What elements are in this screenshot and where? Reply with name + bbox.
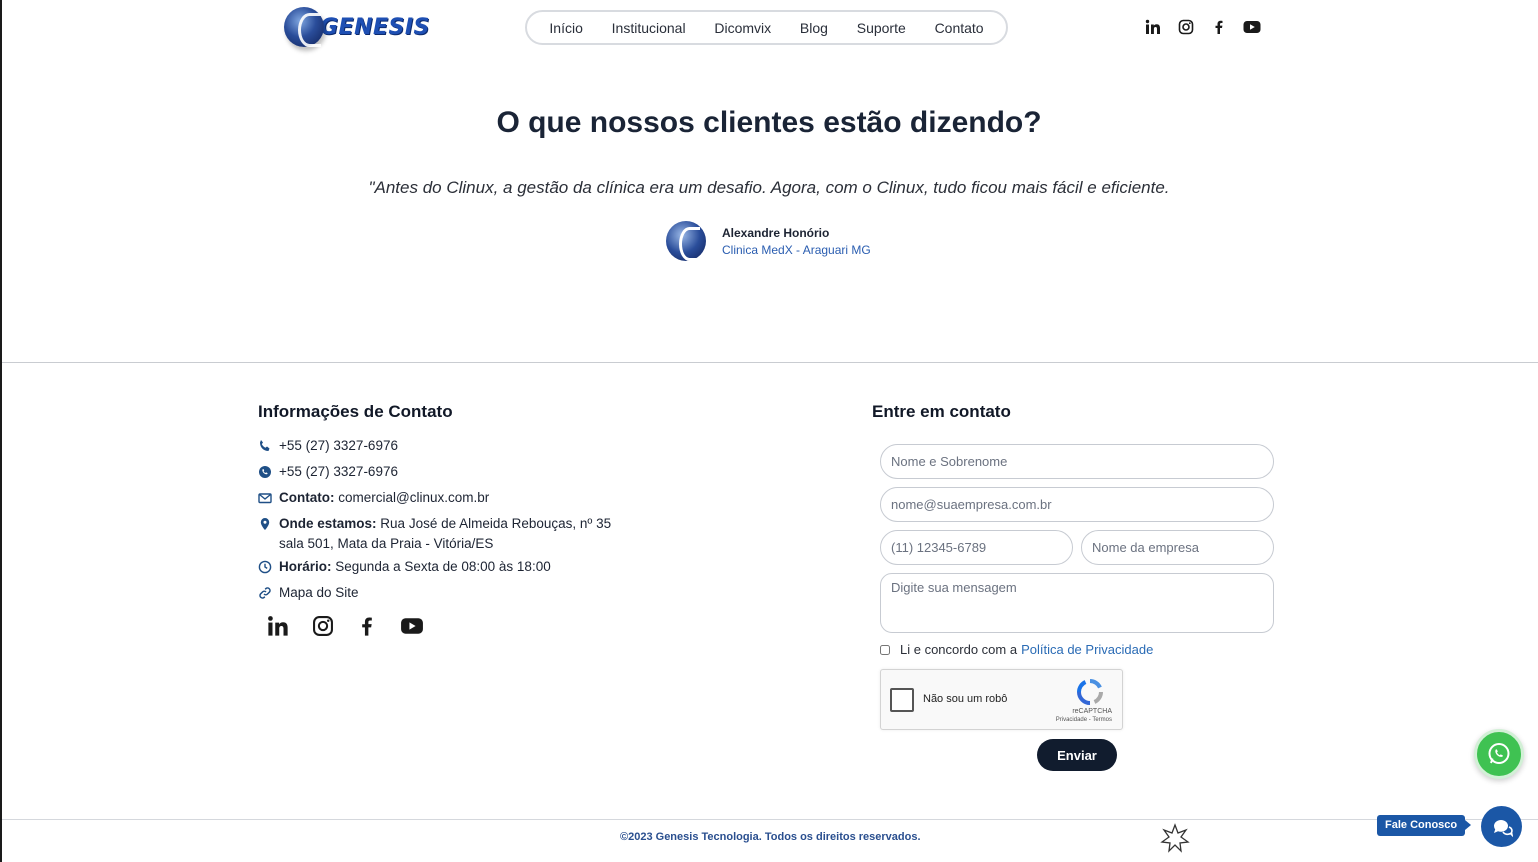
phone-row: +55 (27) 3327-6976 [258,436,638,459]
nav-blog[interactable]: Blog [800,20,828,36]
footer-social-links [262,610,428,642]
testimonials-heading: O que nossos clientes estão dizendo? [496,106,1042,139]
footer-divider [2,819,1538,820]
privacy-checkbox[interactable] [880,644,890,655]
youtube-icon[interactable] [396,610,428,642]
hours-value: Segunda a Sexta de 08:00 às 18:00 [335,559,551,574]
avatar [666,221,706,261]
privacy-policy-link[interactable]: Política de Privacidade [1021,642,1153,657]
linkedin-icon[interactable] [1140,14,1166,40]
contact-info-list: +55 (27) 3327-6976 +55 (27) 3327-6976 Co… [258,436,638,609]
youtube-icon[interactable] [1239,14,1265,40]
email-text: Contato: comercial@clinux.com.br [279,488,489,508]
facebook-icon[interactable] [351,610,383,642]
recaptcha-terms[interactable]: Privacidade - Termos [1056,717,1112,723]
address-row: Onde estamos: Rua José de Almeida Rebouç… [258,514,638,554]
linkedin-icon[interactable] [262,610,294,642]
address-label: Onde estamos: [279,516,377,531]
nav-dicomvix[interactable]: Dicomvix [714,20,771,36]
whatsapp-icon [258,462,279,485]
email-row: Contato: comercial@clinux.com.br [258,488,638,511]
header-social-links [1140,14,1265,40]
link-icon [258,583,279,606]
copyright-text: ©2023 Genesis Tecnologia. Todos os direi… [620,831,921,843]
contact-form-heading: Entre em contato [872,402,1011,421]
email-input[interactable] [880,487,1274,522]
logo-text: GENESIS [320,14,430,40]
section-divider [2,362,1538,363]
facebook-icon[interactable] [1206,14,1232,40]
chat-float-button[interactable] [1481,806,1522,847]
whatsapp-number[interactable]: +55 (27) 3327-6976 [279,462,398,482]
developer-star-logo-icon[interactable] [1160,823,1190,853]
instagram-icon[interactable] [307,610,339,642]
consent-text: Li e concordo com a [900,642,1018,657]
testimonial-author: Alexandre Honório Clinica MedX - Araguar… [666,221,871,261]
sitemap-row: Mapa do Site [258,583,638,606]
recaptcha-logo-icon [1076,678,1104,706]
contact-info-heading: Informações de Contato [258,402,453,421]
author-name: Alexandre Honório [722,225,830,240]
hours-label: Horário: [279,559,332,574]
whatsapp-icon [1488,743,1510,764]
testimonial-quote: "Antes do Clinux, a gestão da clínica er… [368,178,1170,197]
whatsapp-float-button[interactable] [1474,729,1524,779]
chat-bubble-icon [1493,819,1513,837]
nav-contato[interactable]: Contato [935,20,984,36]
genesis-logo[interactable]: GENESIS [284,6,436,48]
phone-input[interactable] [880,530,1073,565]
recaptcha-checkbox[interactable] [890,688,914,712]
author-company: Clinica MedX - Araguari MG [722,242,871,257]
email-address[interactable]: comercial@clinux.com.br [338,490,489,505]
nav-inicio[interactable]: Início [549,20,582,36]
clock-icon [258,557,279,580]
instagram-icon[interactable] [1173,14,1199,40]
nav-suporte[interactable]: Suporte [857,20,906,36]
globe-logo-icon [284,7,324,47]
hours-text: Horário: Segunda a Sexta de 08:00 às 18:… [279,557,551,577]
hours-row: Horário: Segunda a Sexta de 08:00 às 18:… [258,557,638,580]
main-nav: Início Institucional Dicomvix Blog Supor… [525,10,1008,45]
submit-button[interactable]: Enviar [1037,739,1117,771]
name-input[interactable] [880,444,1274,479]
location-pin-icon [258,514,279,537]
recaptcha-widget: Não sou um robô reCAPTCHA Privacidade - … [880,669,1123,730]
address-text: Onde estamos: Rua José de Almeida Rebouç… [279,514,638,554]
envelope-icon [258,488,279,511]
whatsapp-row: +55 (27) 3327-6976 [258,462,638,485]
recaptcha-label: Não sou um robô [923,693,1008,705]
privacy-consent: Li e concordo com a Política de Privacid… [880,642,1153,657]
phone-icon [258,436,279,459]
email-label: Contato: [279,490,335,505]
company-input[interactable] [1081,530,1274,565]
recaptcha-brand: reCAPTCHA [1072,708,1112,715]
nav-institucional[interactable]: Institucional [612,20,686,36]
chat-label[interactable]: Fale Conosco [1377,815,1472,836]
sitemap-link[interactable]: Mapa do Site [279,583,359,603]
message-textarea[interactable] [880,573,1274,633]
phone-number[interactable]: +55 (27) 3327-6976 [279,436,398,456]
author-info: Alexandre Honório Clinica MedX - Araguar… [722,226,871,257]
